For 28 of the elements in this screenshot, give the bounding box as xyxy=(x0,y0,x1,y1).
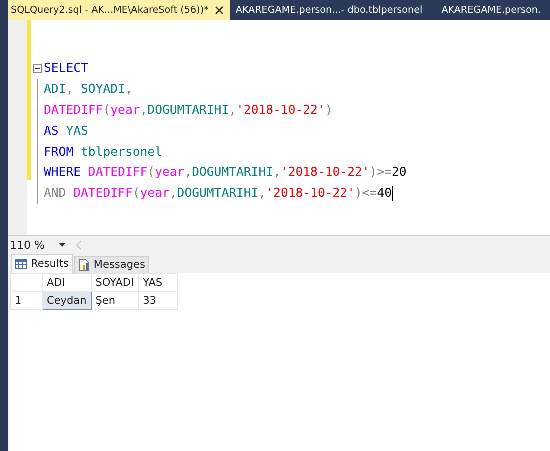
result-tab[interactable]: Results xyxy=(11,254,73,273)
code-line: SELECT xyxy=(43,61,88,76)
code-line: AND DATEDIFF(year,DOGUMTARIHI,'2018-10-22')<=40 xyxy=(43,186,394,201)
column-header[interactable]: YAS xyxy=(138,274,178,292)
code-line: DATEDIFF(year,DOGUMTARIHI,'2018-10-22') xyxy=(43,102,333,117)
close-button[interactable] xyxy=(214,6,224,14)
document-tab[interactable]: AKAREGAME.person...- dbo.tblpersonel xyxy=(232,0,425,20)
code-editor[interactable]: SELECT ADI, SOYADI, DATEDIFF(year,DOGUMTARIHI,'2018-10-22') AS YAS FROM tblpersonel WHERE DATEDIFF(year,DOGUMTARIHI,'2018-10-22')>=20 AND DATEDIFF(year,DOGUMTARIHI,'2018-10-22')<=40 xyxy=(31,20,550,235)
code-line: ADI, SOYADI, xyxy=(43,82,133,96)
zoom-dropdown[interactable]: 110 % xyxy=(10,238,66,252)
text-cursor xyxy=(392,186,394,201)
code-line: AS YAS xyxy=(43,124,88,138)
table-cell[interactable]: Ceydan xyxy=(42,292,92,310)
document-tab[interactable]: SQLQuery2.sql - AK...ME\AkareSoft (56))* xyxy=(8,0,230,20)
result-tab[interactable]: Messages xyxy=(74,256,150,273)
document-tab[interactable]: AKAREGAME.person. xyxy=(438,0,543,20)
close-icon xyxy=(214,6,224,14)
code-line: FROM tblpersonel xyxy=(43,144,162,159)
table-cell[interactable]: Şen xyxy=(91,292,139,310)
grid-icon xyxy=(15,259,27,269)
column-header[interactable]: SOYADI xyxy=(91,274,139,292)
table-cell[interactable]: 33 xyxy=(138,292,178,310)
code-line: WHERE DATEDIFF(year,DOGUMTARIHI,'2018-10-22')>=20 xyxy=(43,165,407,180)
document-icon xyxy=(78,259,90,271)
column-header[interactable]: ADI xyxy=(42,274,92,292)
dropdown-arrow-icon xyxy=(58,243,66,247)
row-number: 1 xyxy=(10,292,42,310)
collapse-icon[interactable] xyxy=(32,64,42,73)
